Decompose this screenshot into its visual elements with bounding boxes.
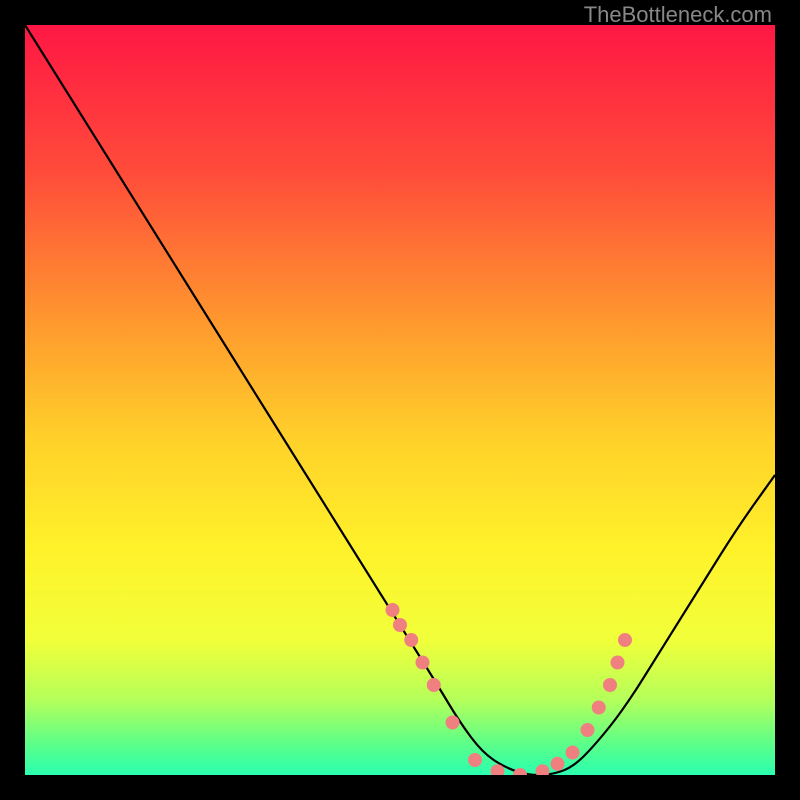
marker-dot (581, 723, 595, 737)
marker-dot (603, 678, 617, 692)
chart-area (25, 25, 775, 775)
marker-dot (427, 678, 441, 692)
marker-dot (468, 753, 482, 767)
marker-dot (566, 746, 580, 760)
marker-dot (618, 633, 632, 647)
marker-dot (386, 603, 400, 617)
gradient-background (25, 25, 775, 775)
marker-dot (446, 716, 460, 730)
marker-dot (592, 701, 606, 715)
marker-dot (416, 656, 430, 670)
marker-dot (551, 757, 565, 771)
marker-dot (611, 656, 625, 670)
watermark-text: TheBottleneck.com (584, 2, 772, 28)
marker-dot (393, 618, 407, 632)
marker-dot (404, 633, 418, 647)
chart-svg (25, 25, 775, 775)
